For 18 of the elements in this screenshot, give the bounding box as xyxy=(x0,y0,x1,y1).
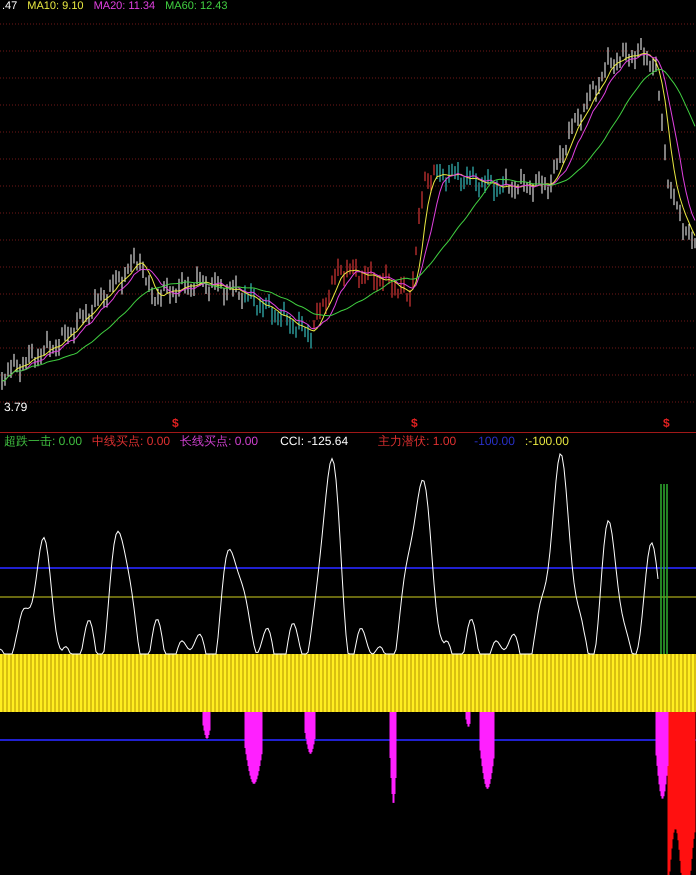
indicator-reading: 主力潜伏: 1.00 xyxy=(378,433,456,449)
ma-reading: .47 xyxy=(2,0,18,12)
ma-reading: MA10: 9.10 xyxy=(27,0,84,12)
indicator-reading: -100.00 xyxy=(474,433,515,449)
histogram-bar-cluster xyxy=(304,712,316,754)
signal-marker: $ xyxy=(172,416,179,430)
indicator-reading: 中线买点: 0.00 xyxy=(92,433,170,449)
signal-marker: $ xyxy=(663,416,670,430)
indicator-reading: :-100.00 xyxy=(524,433,569,449)
signal-marker: $ xyxy=(411,416,418,430)
histogram-bar-cluster xyxy=(466,712,470,728)
ma-reading: MA20: 11.34 xyxy=(94,0,156,12)
ma-reading: MA60: 12.43 xyxy=(165,0,228,12)
indicator-reading: 超跌一击: 0.00 xyxy=(4,433,82,449)
price-label: 3.79 xyxy=(4,400,28,414)
indicator-reading: 长线买点: 0.00 xyxy=(180,433,258,449)
histogram-bar-cluster xyxy=(202,712,210,740)
indicator-reading: CCI: -125.64 xyxy=(280,433,348,449)
